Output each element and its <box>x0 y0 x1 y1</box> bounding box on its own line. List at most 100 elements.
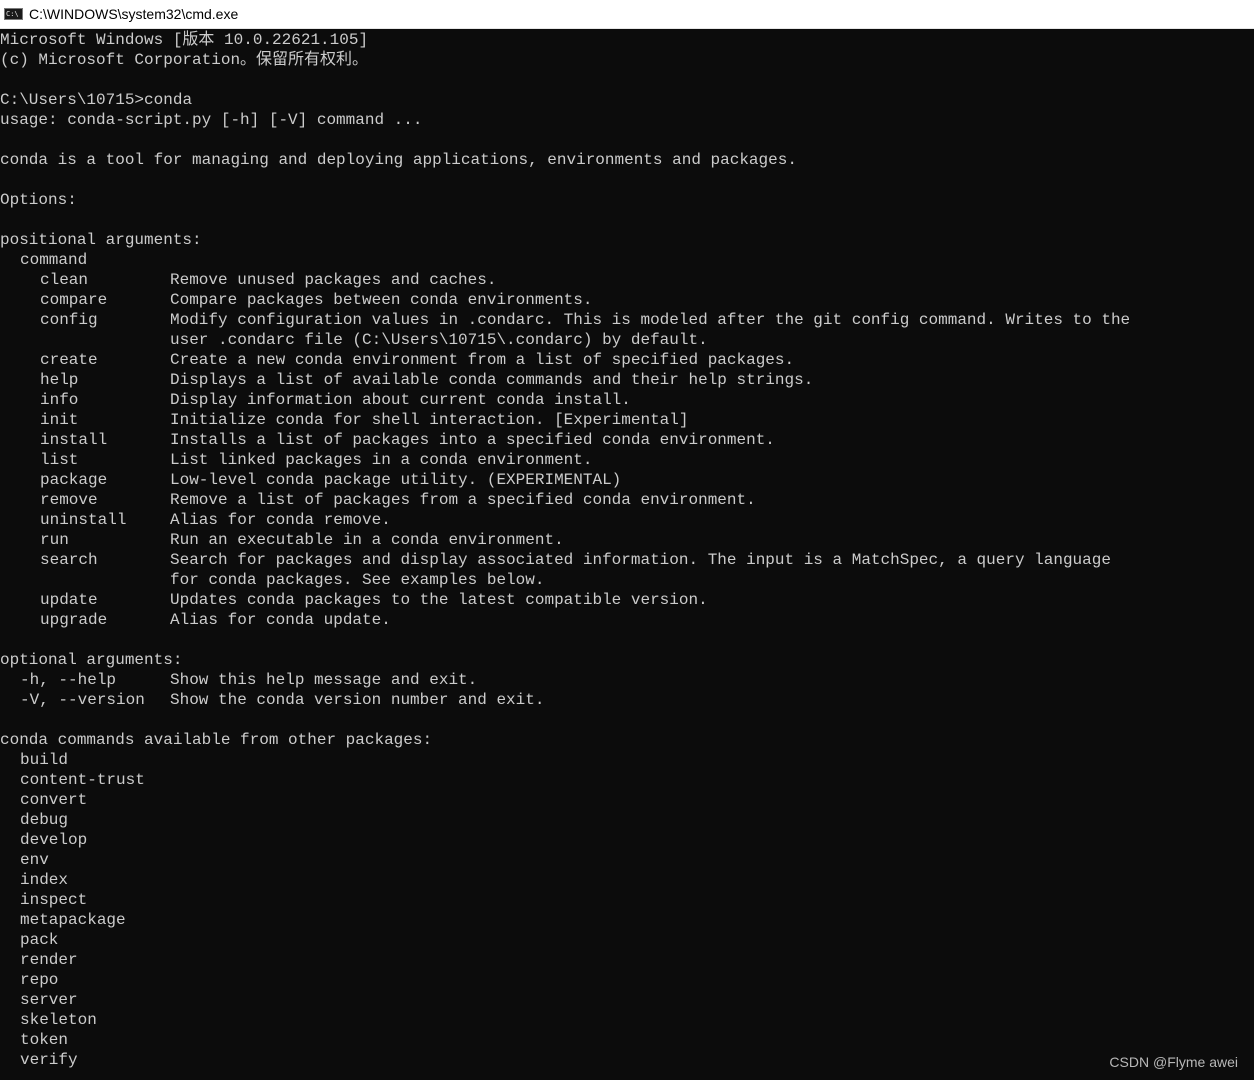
options-heading: Options: <box>0 191 77 209</box>
command-desc: Remove unused packages and caches. <box>170 271 497 289</box>
command-row: info Display information about current co… <box>0 390 1254 410</box>
command-row: remove Remove a list of packages from a s… <box>0 490 1254 510</box>
package-row: build <box>0 750 1254 770</box>
package-row: content-trust <box>0 770 1254 790</box>
package-name: render <box>20 951 78 969</box>
cmd-window: C:\ C:\WINDOWS\system32\cmd.exe Microsof… <box>0 0 1254 1080</box>
command-desc: Display information about current conda … <box>170 391 631 409</box>
command-name: list <box>40 451 79 469</box>
package-row: env <box>0 850 1254 870</box>
optional-row: -V, --version Show the conda version numb… <box>0 690 1254 710</box>
watermark-text: CSDN @Flyme awei <box>1109 1054 1238 1070</box>
command-row-continuation: user .condarc file (C:\Users\10715\.cond… <box>0 330 1254 350</box>
package-row: develop <box>0 830 1254 850</box>
title-bar[interactable]: C:\ C:\WINDOWS\system32\cmd.exe <box>0 0 1254 29</box>
package-name: inspect <box>20 891 88 909</box>
command-desc: Displays a list of available conda comma… <box>170 371 814 389</box>
typed-command: conda <box>144 91 193 109</box>
package-row: verify <box>0 1050 1254 1070</box>
command-name: clean <box>40 271 89 289</box>
command-name: help <box>40 371 79 389</box>
package-name: env <box>20 851 49 869</box>
command-desc: Alias for conda update. <box>170 611 391 629</box>
command-row-continuation: for conda packages. See examples below. <box>0 570 1254 590</box>
prompt-path: C:\Users\10715> <box>0 91 145 109</box>
package-name: verify <box>20 1051 78 1069</box>
package-row: token <box>0 1030 1254 1050</box>
command-row: upgrade Alias for conda update. <box>0 610 1254 630</box>
optional-flag: -h, --help <box>20 671 117 689</box>
command-label: command <box>20 251 88 269</box>
command-name: compare <box>40 291 108 309</box>
command-desc: Run an executable in a conda environment… <box>170 531 564 549</box>
command-desc: Initialize conda for shell interaction. … <box>170 411 689 429</box>
other-packages-heading: conda commands available from other pack… <box>0 731 433 749</box>
command-desc: Create a new conda environment from a li… <box>170 351 795 369</box>
optional-desc: Show this help message and exit. <box>170 671 478 689</box>
package-row: metapackage <box>0 910 1254 930</box>
command-name: init <box>40 411 79 429</box>
package-row: debug <box>0 810 1254 830</box>
command-name: remove <box>40 491 98 509</box>
package-name: repo <box>20 971 59 989</box>
command-row: config Modify configuration values in .co… <box>0 310 1254 330</box>
package-row: render <box>0 950 1254 970</box>
command-name: upgrade <box>40 611 108 629</box>
package-name: build <box>20 751 69 769</box>
package-name: server <box>20 991 78 1009</box>
description-line: conda is a tool for managing and deployi… <box>0 151 797 169</box>
package-row: convert <box>0 790 1254 810</box>
window-title: C:\WINDOWS\system32\cmd.exe <box>29 6 239 22</box>
command-desc: Alias for conda remove. <box>170 511 391 529</box>
package-name: metapackage <box>20 911 126 929</box>
command-row: run Run an executable in a conda environm… <box>0 530 1254 550</box>
command-row: clean Remove unused packages and caches. <box>0 270 1254 290</box>
package-name: skeleton <box>20 1011 97 1029</box>
command-name: package <box>40 471 108 489</box>
command-row: search Search for packages and display as… <box>0 550 1254 570</box>
command-row: install Installs a list of packages into … <box>0 430 1254 450</box>
package-name: content-trust <box>20 771 145 789</box>
cmd-console-icon: C:\ <box>4 8 23 20</box>
package-name: convert <box>20 791 88 809</box>
console-header-line: (c) Microsoft Corporation。保留所有权利。 <box>0 51 369 69</box>
command-desc: user .condarc file (C:\Users\10715\.cond… <box>170 331 708 349</box>
command-name: create <box>40 351 98 369</box>
usage-line: usage: conda-script.py [-h] [-V] command… <box>0 111 423 129</box>
command-desc: Installs a list of packages into a speci… <box>170 431 775 449</box>
command-name: update <box>40 591 98 609</box>
package-name: token <box>20 1031 69 1049</box>
package-row: pack <box>0 930 1254 950</box>
command-name: run <box>40 531 69 549</box>
command-desc: Search for packages and display associat… <box>170 551 1111 569</box>
command-row: create Create a new conda environment fro… <box>0 350 1254 370</box>
package-row: server <box>0 990 1254 1010</box>
package-name: develop <box>20 831 88 849</box>
command-name: config <box>40 311 98 329</box>
package-row: index <box>0 870 1254 890</box>
command-row: init Initialize conda for shell interacti… <box>0 410 1254 430</box>
command-desc: Modify configuration values in .condarc.… <box>170 311 1131 329</box>
command-label-line: command <box>0 250 1254 270</box>
positional-heading: positional arguments: <box>0 231 202 249</box>
command-desc: List linked packages in a conda environm… <box>170 451 593 469</box>
package-row: skeleton <box>0 1010 1254 1030</box>
command-row: compare Compare packages between conda en… <box>0 290 1254 310</box>
optional-flag: -V, --version <box>20 691 145 709</box>
command-name: uninstall <box>40 511 127 529</box>
command-row: update Updates conda packages to the late… <box>0 590 1254 610</box>
optional-desc: Show the conda version number and exit. <box>170 691 545 709</box>
package-row: inspect <box>0 890 1254 910</box>
prompt-line: C:\Users\10715>conda <box>0 90 1254 110</box>
command-desc: Updates conda packages to the latest com… <box>170 591 708 609</box>
console-output[interactable]: Microsoft Windows [版本 10.0.22621.105] (c… <box>0 30 1254 1080</box>
optional-row: -h, --help Show this help message and exi… <box>0 670 1254 690</box>
command-row: list List linked packages in a conda envi… <box>0 450 1254 470</box>
package-name: index <box>20 871 69 889</box>
command-desc: Compare packages between conda environme… <box>170 291 593 309</box>
